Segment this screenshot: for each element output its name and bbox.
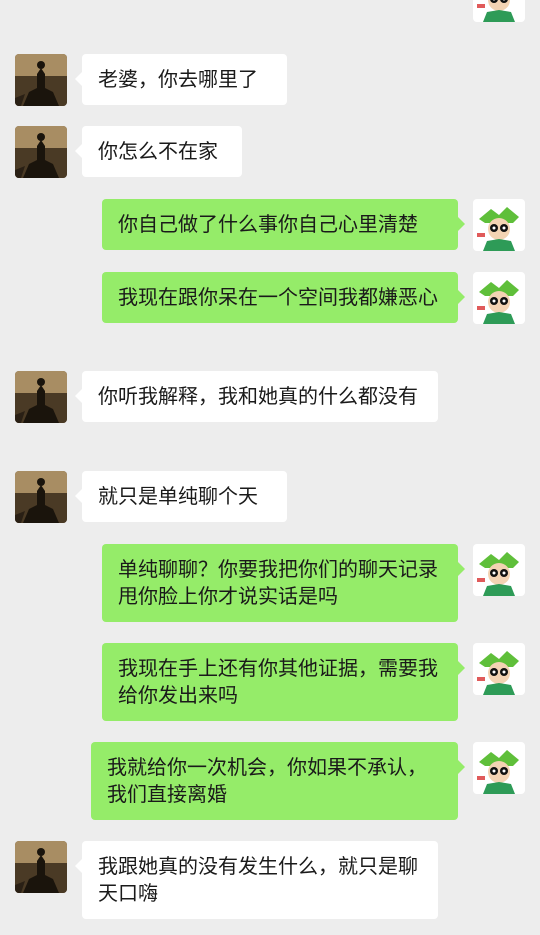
self-avatar[interactable]	[473, 643, 525, 695]
sent-message-bubble[interactable]: 我现在跟你呆在一个空间我都嫌恶心	[102, 272, 465, 323]
received-message-bubble[interactable]: 我跟她真的没有发生什么，就只是聊天口嗨	[75, 841, 438, 919]
contact-avatar[interactable]	[15, 54, 67, 106]
chat-window[interactable]: 老婆，你去哪里了 你怎么不在家 你自己做了什么事你自己心里清楚 我现在跟你呆在一…	[0, 0, 540, 935]
received-message-bubble[interactable]: 你听我解释，我和她真的什么都没有	[75, 371, 438, 422]
self-avatar[interactable]	[473, 0, 525, 22]
self-avatar[interactable]	[473, 199, 525, 251]
sent-message-bubble[interactable]: 我就给你一次机会，你如果不承认，我们直接离婚	[91, 742, 465, 820]
self-avatar[interactable]	[473, 272, 525, 324]
self-avatar[interactable]	[473, 742, 525, 794]
received-message-bubble[interactable]: 老婆，你去哪里了	[75, 54, 287, 105]
contact-avatar[interactable]	[15, 841, 67, 893]
sent-message-bubble[interactable]: 单纯聊聊？你要我把你们的聊天记录甩你脸上你才说实话是吗	[102, 544, 465, 622]
contact-avatar[interactable]	[15, 371, 67, 423]
sent-message-bubble[interactable]: 你自己做了什么事你自己心里清楚	[102, 199, 465, 250]
contact-avatar[interactable]	[15, 471, 67, 523]
received-message-bubble[interactable]: 你怎么不在家	[75, 126, 242, 177]
received-message-bubble[interactable]: 就只是单纯聊个天	[75, 471, 287, 522]
contact-avatar[interactable]	[15, 126, 67, 178]
sent-message-bubble[interactable]: 我现在手上还有你其他证据，需要我给你发出来吗	[102, 643, 465, 721]
self-avatar[interactable]	[473, 544, 525, 596]
